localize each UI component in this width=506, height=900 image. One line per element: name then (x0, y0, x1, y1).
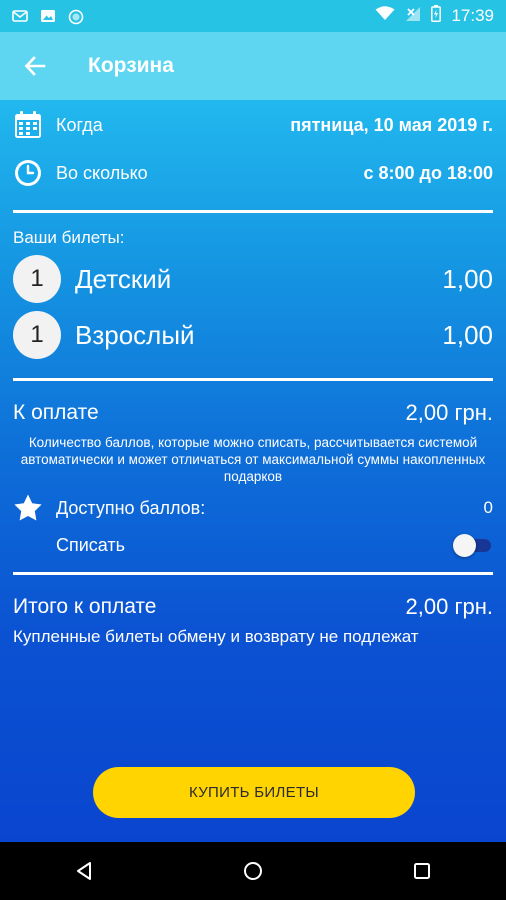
nav-home-button[interactable] (223, 842, 283, 900)
page-title: Корзина (88, 54, 174, 77)
ticket-price: 1,00 (442, 263, 493, 294)
status-bar: 17:39 (0, 0, 506, 32)
ticket-name: Детский (75, 263, 172, 294)
arrow-back-icon (24, 56, 46, 76)
payment-amount: 2,00 грн. (405, 400, 493, 425)
tickets-title: Ваши билеты: (13, 228, 125, 247)
time-value: с 8:00 до 18:00 (363, 162, 494, 183)
total-row: Итого к оплате 2,00 грн. (13, 590, 493, 624)
signal-icon (405, 6, 421, 27)
circle-icon (68, 9, 84, 25)
points-row: Доступно баллов: 0 (13, 491, 493, 525)
nav-recents-button[interactable] (392, 842, 452, 900)
refund-disclaimer: Купленные билеты обмену и возврату не по… (13, 627, 419, 646)
nav-recents-icon (413, 863, 430, 879)
time-row: Во сколько с 8:00 до 18:00 (13, 156, 493, 190)
date-value: пятница, 10 мая 2019 г. (290, 114, 493, 135)
writeoff-row: Списать (56, 528, 493, 562)
total-label: Итого к оплате (13, 595, 157, 618)
nav-home-icon (243, 862, 262, 880)
buy-tickets-button[interactable]: КУПИТЬ БИЛЕТЫ (93, 767, 415, 818)
ticket-price: 1,00 (442, 319, 493, 350)
points-label: Доступно баллов: (56, 497, 206, 518)
writeoff-toggle[interactable] (453, 533, 493, 557)
status-notifications (12, 9, 84, 25)
mail-icon (12, 9, 28, 23)
back-button[interactable] (0, 32, 70, 100)
star-icon (13, 493, 43, 523)
date-row: Когда пятница, 10 мая 2019 г. (13, 108, 493, 142)
points-value: 0 (483, 498, 493, 517)
ticket-row: 1 Взрослый 1,00 (13, 310, 493, 360)
ticket-name: Взрослый (75, 319, 195, 350)
writeoff-label: Списать (56, 534, 126, 555)
divider (13, 572, 493, 575)
ticket-quantity[interactable]: 1 (13, 311, 61, 359)
time-label: Во сколько (56, 162, 148, 183)
nav-back-button[interactable] (54, 842, 114, 900)
status-time: 17:39 (451, 6, 494, 25)
payment-row: К оплате 2,00 грн. (13, 396, 493, 430)
image-icon (40, 9, 56, 23)
battery-icon (431, 5, 442, 27)
date-label: Когда (56, 114, 103, 135)
ticket-row: 1 Детский 1,00 (13, 254, 493, 304)
divider (13, 378, 493, 381)
clock-icon (13, 158, 43, 188)
toggle-thumb (453, 534, 476, 557)
cart-content: Когда пятница, 10 мая 2019 г. Во сколько… (0, 100, 506, 842)
nav-back-icon (77, 862, 92, 880)
points-notice: Количество баллов, которые можно списать… (20, 435, 486, 484)
status-system: 17:39 (375, 5, 494, 27)
divider (13, 210, 493, 213)
total-amount: 2,00 грн. (405, 594, 493, 619)
navigation-bar (0, 842, 506, 900)
ticket-quantity[interactable]: 1 (13, 255, 61, 303)
payment-label: К оплате (13, 401, 99, 424)
app-bar: Корзина (0, 32, 506, 100)
wifi-icon (375, 6, 395, 26)
calendar-icon (13, 110, 43, 140)
